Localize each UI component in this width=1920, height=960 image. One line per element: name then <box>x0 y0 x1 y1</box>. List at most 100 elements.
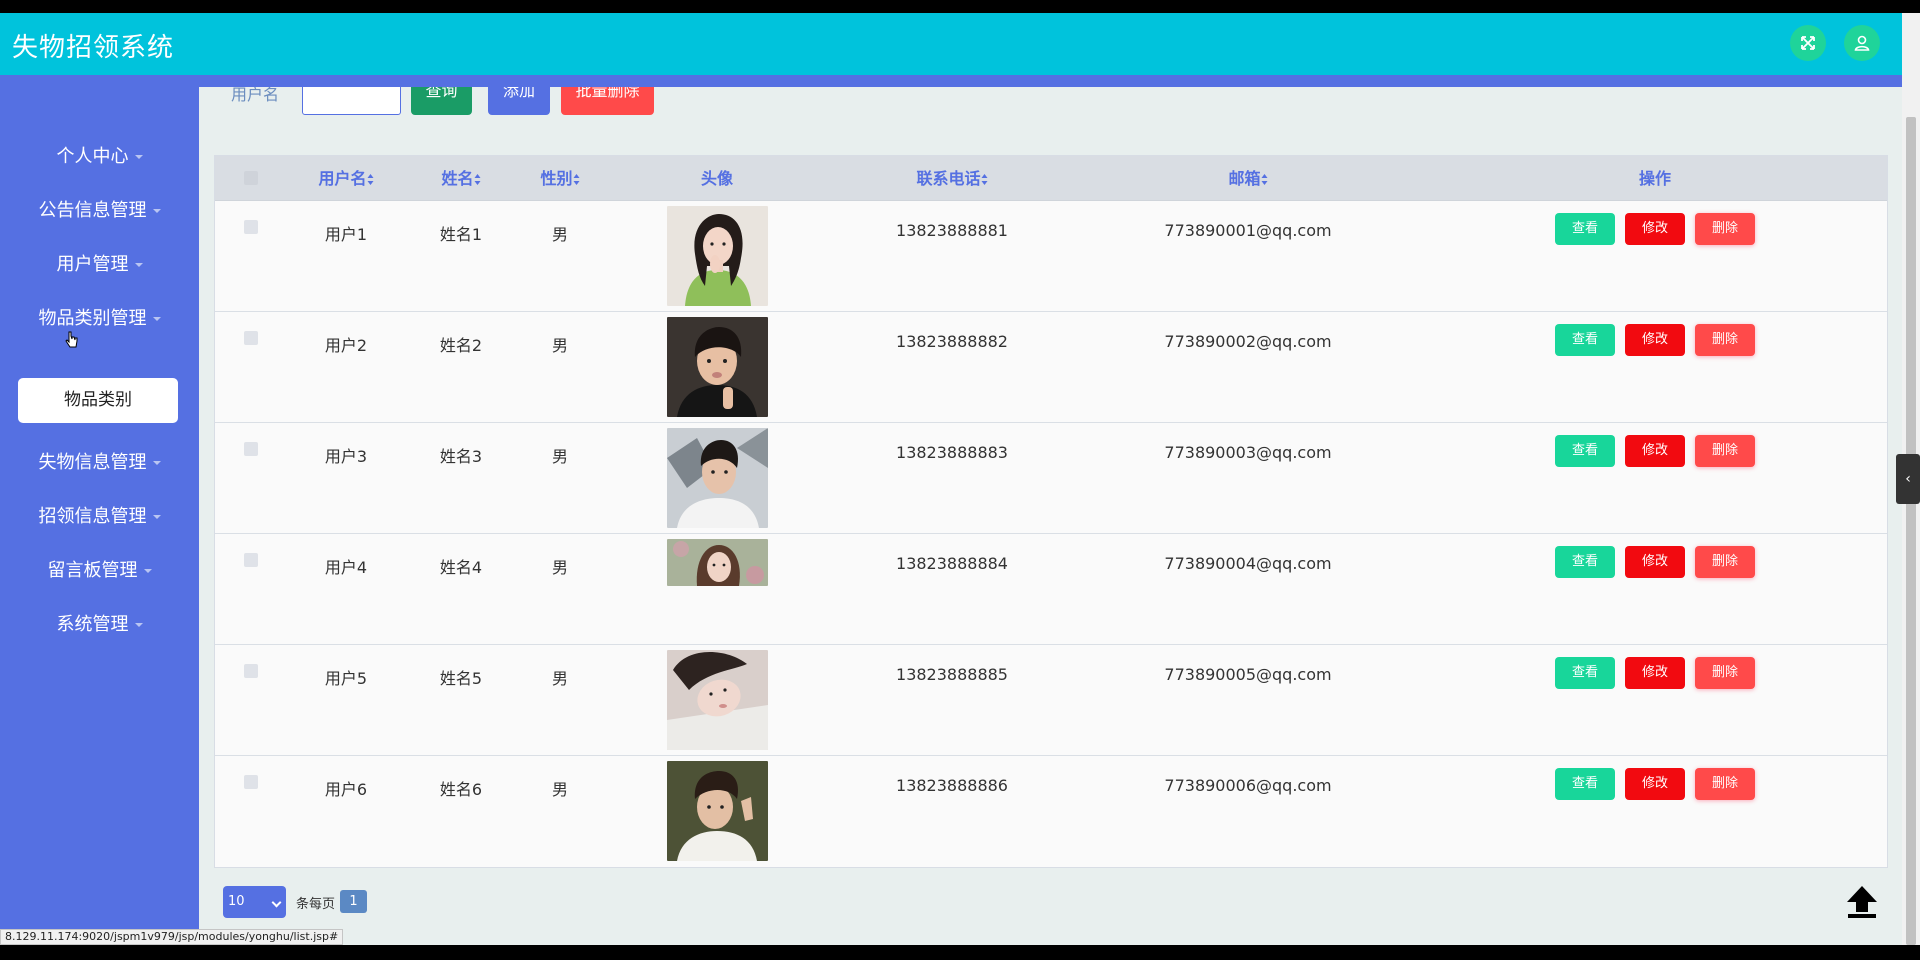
row-checkbox[interactable] <box>244 220 258 234</box>
sidebar: 个人中心 公告信息管理 用户管理 物品类别管理 物品类别 失物信息管理 招领信息… <box>0 87 199 945</box>
caret-down-icon <box>152 209 161 213</box>
cell-gender: 男 <box>551 447 569 466</box>
view-button[interactable]: 查看 <box>1555 657 1615 689</box>
edit-button[interactable]: 修改 <box>1625 546 1685 578</box>
cell-name: 姓名4 <box>439 558 483 577</box>
view-button[interactable]: 查看 <box>1555 768 1615 800</box>
per-page-label: 条每页 <box>296 897 336 912</box>
cell-email: 773890005@qq.com <box>1164 665 1332 684</box>
cell-phone: 13823888884 <box>896 554 1008 573</box>
edit-button[interactable]: 修改 <box>1625 768 1685 800</box>
top-bar: 失物招领系统 <box>0 13 1902 75</box>
select-all-checkbox[interactable] <box>244 171 258 185</box>
sort-icon <box>1261 174 1268 185</box>
query-button[interactable]: 查询 <box>411 87 472 115</box>
avatar-image <box>667 428 768 528</box>
sidebar-item-users[interactable]: 用户管理 <box>0 245 199 285</box>
cell-email: 773890002@qq.com <box>1164 332 1332 351</box>
cell-email: 773890006@qq.com <box>1164 776 1332 795</box>
cell-username: 用户2 <box>324 336 368 355</box>
table-header: 用户名 姓名 性别 头像 联系电话 邮箱 操作 <box>215 156 1887 201</box>
view-button[interactable]: 查看 <box>1555 324 1615 356</box>
page-number-button[interactable]: 1 <box>340 890 367 913</box>
cell-email: 773890003@qq.com <box>1164 443 1332 462</box>
status-bar-url: 8.129.11.174:9020/jspm1v979/jsp/modules/… <box>0 929 344 945</box>
sort-icon <box>474 174 481 185</box>
row-checkbox[interactable] <box>244 664 258 678</box>
row-checkbox[interactable] <box>244 775 258 789</box>
search-bar: 用户名 查询 添加 批量删除 <box>199 87 1902 133</box>
view-button[interactable]: 查看 <box>1555 213 1615 245</box>
sidebar-item-notice[interactable]: 公告信息管理 <box>0 191 199 231</box>
avatar-image <box>667 539 768 586</box>
table-row: 用户2 姓名2 男 13823888882 773890002@qq.com 查… <box>215 312 1887 423</box>
caret-down-icon <box>134 263 143 267</box>
delete-button[interactable]: 删除 <box>1695 657 1755 689</box>
delete-button[interactable]: 删除 <box>1695 768 1755 800</box>
sidebar-subitem-category[interactable]: 物品类别 <box>18 378 178 423</box>
page-size-select[interactable]: 10 <box>223 886 286 918</box>
sidebar-item-found[interactable]: 招领信息管理 <box>0 497 199 537</box>
cell-phone: 13823888883 <box>896 443 1008 462</box>
app-title: 失物招领系统 <box>12 33 175 63</box>
mouse-pointer-icon <box>65 331 78 348</box>
sidebar-item-message[interactable]: 留言板管理 <box>0 551 199 591</box>
app-screen: 失物招领系统 个人中心 公告信息管理 用户管理 物品类别管理 物品类别 失物信息… <box>0 13 1920 945</box>
delete-button[interactable]: 删除 <box>1695 435 1755 467</box>
expand-arrows-icon <box>1801 36 1815 50</box>
cell-name: 姓名2 <box>439 336 483 355</box>
sidebar-item-system[interactable]: 系统管理 <box>0 605 199 645</box>
table-row: 用户6 姓名6 男 13823888886 773890006@qq.com 查… <box>215 756 1887 867</box>
edit-button[interactable]: 修改 <box>1625 657 1685 689</box>
user-icon <box>1854 35 1870 51</box>
cell-phone: 13823888881 <box>896 221 1008 240</box>
sort-icon <box>573 174 580 185</box>
column-header-username[interactable]: 用户名 <box>318 156 374 201</box>
column-header-name[interactable]: 姓名 <box>441 156 481 201</box>
cell-username: 用户6 <box>324 780 368 799</box>
row-checkbox[interactable] <box>244 331 258 345</box>
row-checkbox[interactable] <box>244 442 258 456</box>
scrollbar-thumb[interactable] <box>1906 117 1916 945</box>
cell-username: 用户4 <box>324 558 368 577</box>
bulk-delete-button[interactable]: 批量删除 <box>561 87 654 115</box>
view-button[interactable]: 查看 <box>1555 435 1615 467</box>
username-search-input[interactable] <box>302 87 401 115</box>
row-checkbox[interactable] <box>244 553 258 567</box>
add-button[interactable]: 添加 <box>488 87 550 115</box>
cell-name: 姓名6 <box>439 780 483 799</box>
back-to-top-button[interactable] <box>1844 883 1880 921</box>
column-header-actions: 操作 <box>1638 169 1672 188</box>
edit-button[interactable]: 修改 <box>1625 435 1685 467</box>
chevron-down-icon <box>271 897 282 908</box>
caret-down-icon <box>143 569 152 573</box>
panel-toggle-button[interactable]: ‹ <box>1896 454 1920 504</box>
chevron-left-icon: ‹ <box>1905 471 1911 487</box>
column-header-phone[interactable]: 联系电话 <box>916 156 988 201</box>
sidebar-item-lost[interactable]: 失物信息管理 <box>0 443 199 483</box>
sort-icon <box>367 174 374 185</box>
cell-name: 姓名1 <box>439 225 483 244</box>
delete-button[interactable]: 删除 <box>1695 324 1755 356</box>
main-content: 用户名 查询 添加 批量删除 用户名 姓名 性别 头像 联系电话 邮箱 操作 用… <box>199 87 1902 945</box>
sort-icon <box>981 174 988 185</box>
fullscreen-button[interactable] <box>1790 25 1826 61</box>
avatar-image <box>667 761 768 861</box>
edit-button[interactable]: 修改 <box>1625 213 1685 245</box>
sidebar-item-personal-center[interactable]: 个人中心 <box>0 137 199 177</box>
delete-button[interactable]: 删除 <box>1695 546 1755 578</box>
user-button[interactable] <box>1844 25 1880 61</box>
cell-name: 姓名3 <box>439 447 483 466</box>
delete-button[interactable]: 删除 <box>1695 213 1755 245</box>
table-row: 用户4 姓名4 男 13823888884 773890004@qq.com 查… <box>215 534 1887 645</box>
cell-email: 773890004@qq.com <box>1164 554 1332 573</box>
users-table: 用户名 姓名 性别 头像 联系电话 邮箱 操作 用户1 姓名1 男 138238… <box>214 155 1888 868</box>
edit-button[interactable]: 修改 <box>1625 324 1685 356</box>
cell-gender: 男 <box>551 558 569 577</box>
view-button[interactable]: 查看 <box>1555 546 1615 578</box>
column-header-gender[interactable]: 性别 <box>540 156 580 201</box>
cell-gender: 男 <box>551 225 569 244</box>
cell-name: 姓名5 <box>439 669 483 688</box>
sidebar-item-category[interactable]: 物品类别管理 <box>0 299 199 339</box>
column-header-email[interactable]: 邮箱 <box>1228 156 1268 201</box>
